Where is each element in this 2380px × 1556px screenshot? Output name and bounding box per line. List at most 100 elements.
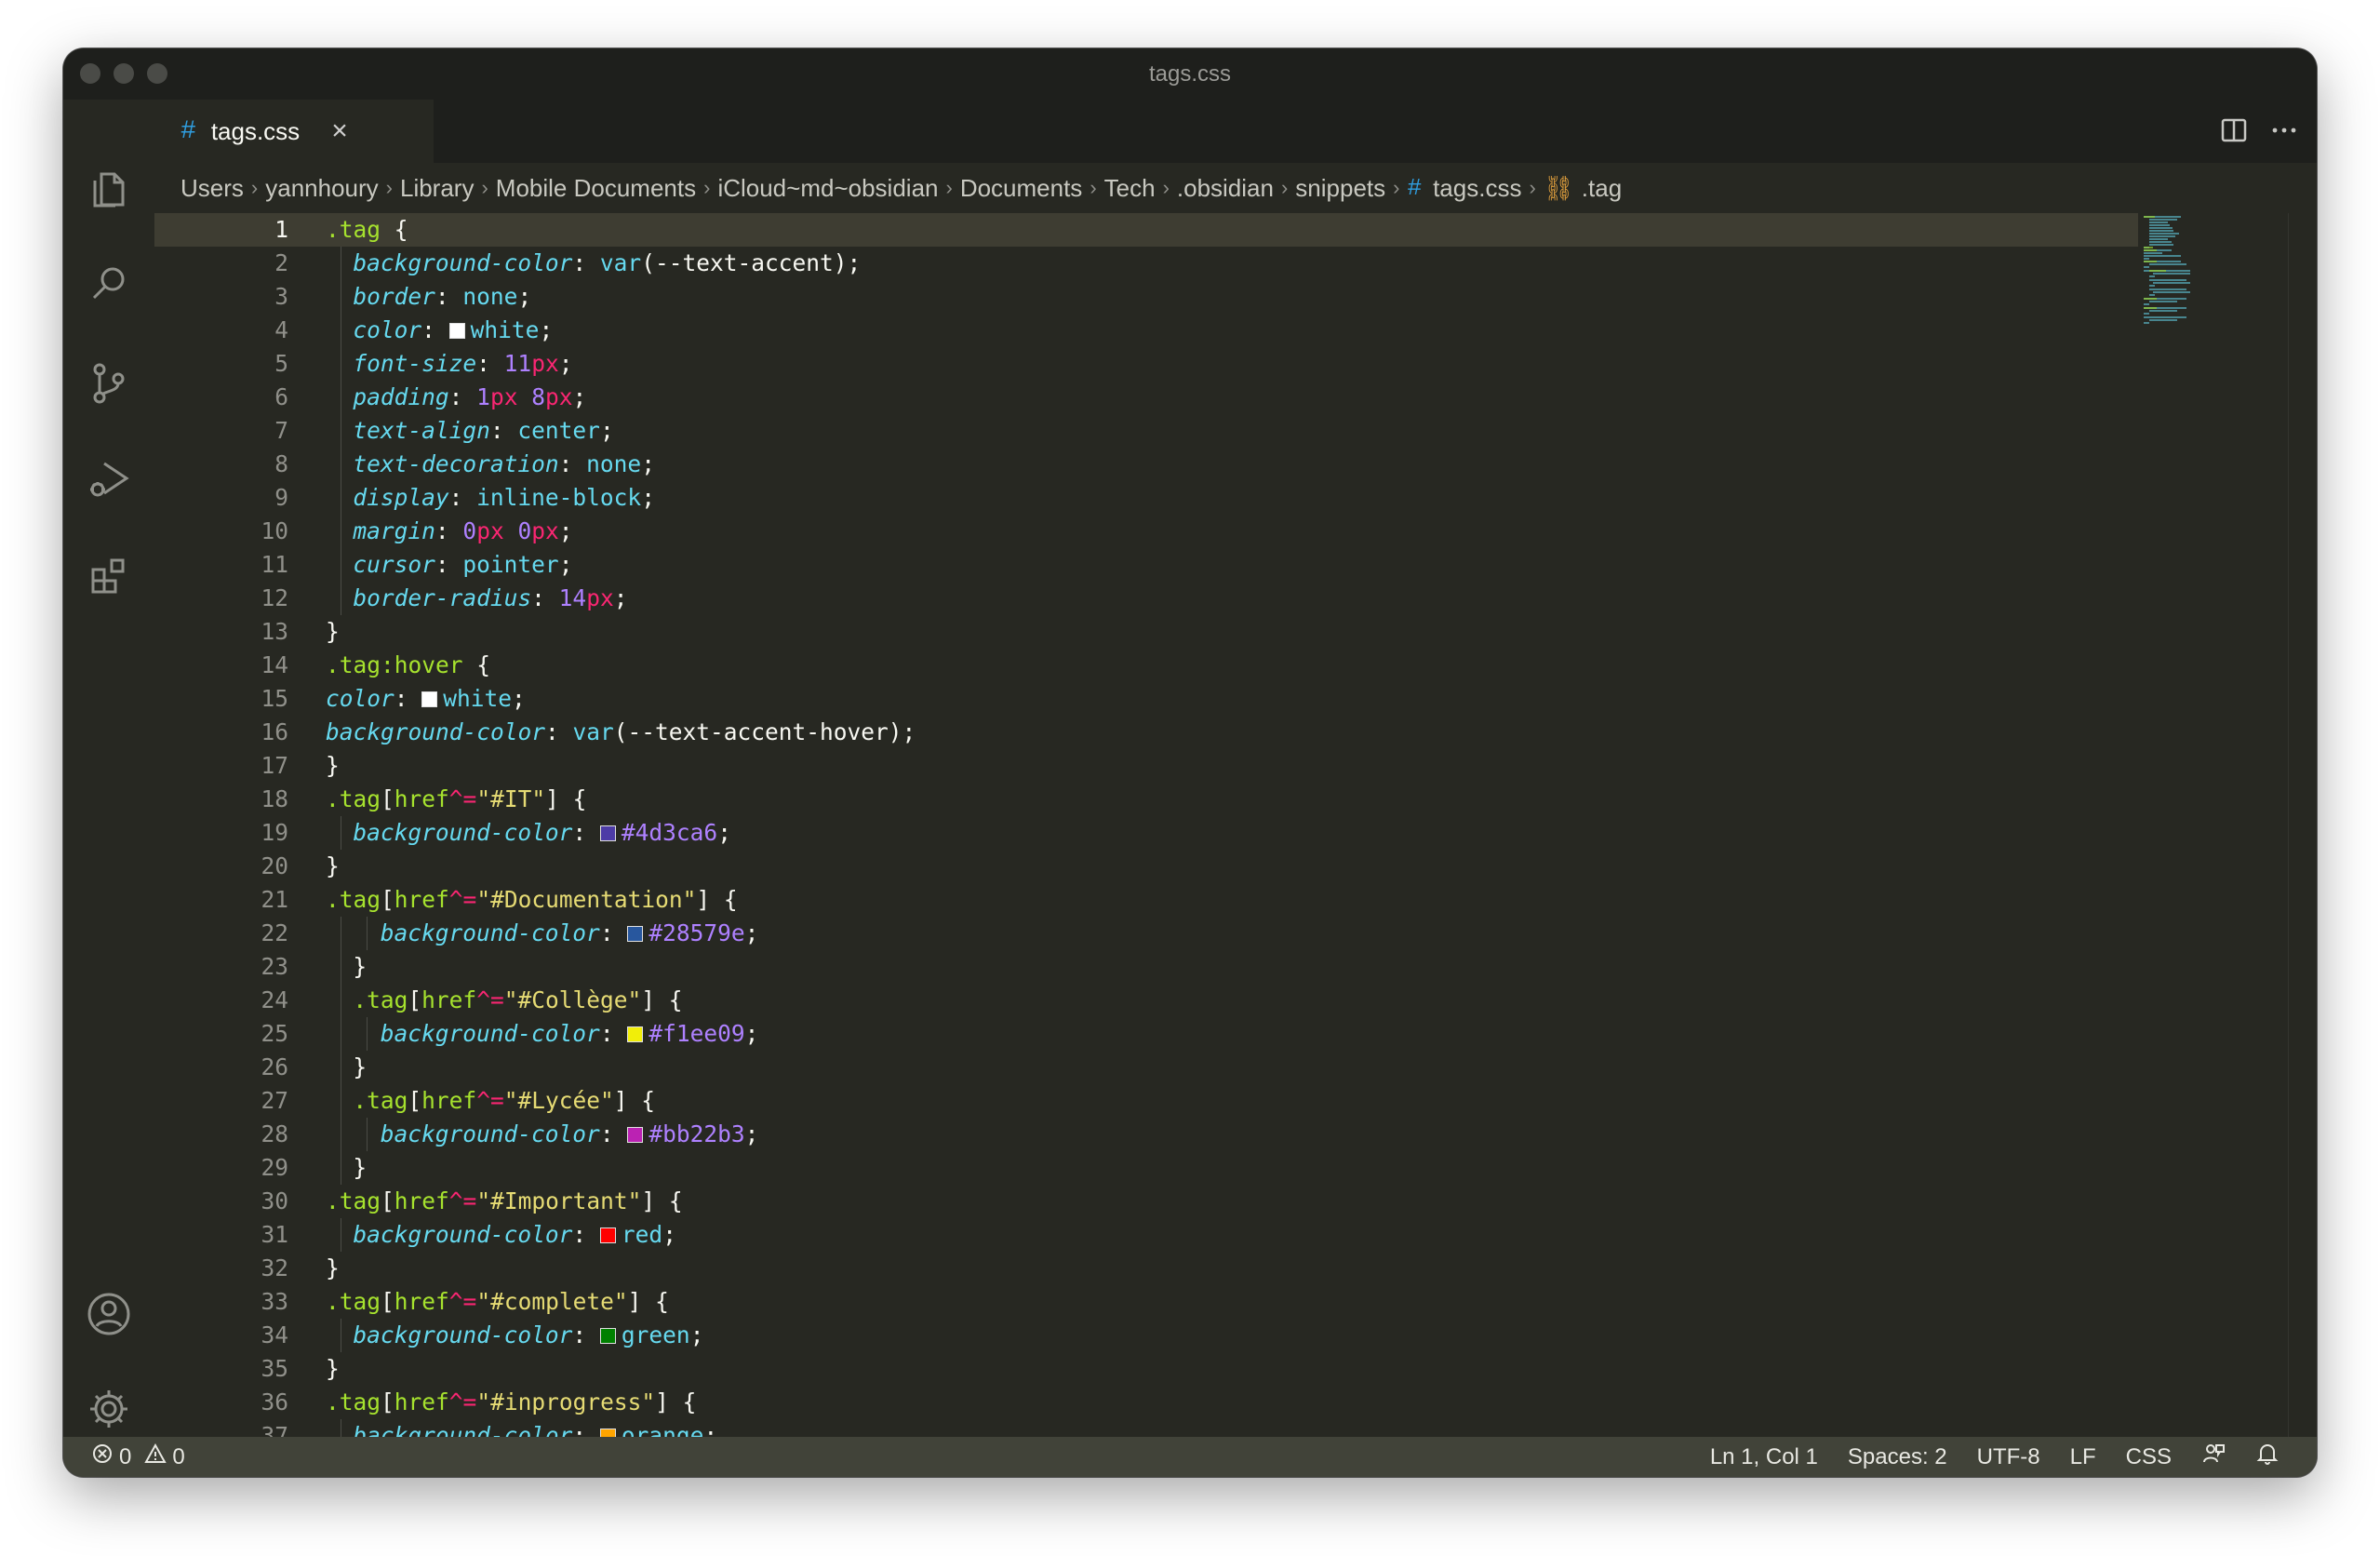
code-text: } bbox=[326, 852, 340, 879]
code-line[interactable]: 23} bbox=[154, 950, 2138, 984]
minimap[interactable] bbox=[2140, 213, 2270, 371]
code-line[interactable]: 32} bbox=[154, 1252, 2138, 1285]
code-line[interactable]: 9 display: inline-block; bbox=[154, 481, 2138, 515]
encoding[interactable]: UTF-8 bbox=[1977, 1444, 2040, 1470]
zoom-window-button[interactable] bbox=[147, 63, 167, 84]
code-text: border: none; bbox=[353, 283, 532, 310]
code-line[interactable]: 30 .tag[href^="#Important"] { bbox=[154, 1185, 2138, 1218]
css-file-icon: # bbox=[1407, 174, 1423, 202]
code-line[interactable]: 18 .tag[href^="#IT"] { bbox=[154, 783, 2138, 816]
line-number: 31 bbox=[261, 1221, 288, 1248]
breadcrumb-item[interactable]: .obsidian bbox=[1177, 174, 1274, 203]
code-line[interactable]: 11 cursor: pointer; bbox=[154, 548, 2138, 582]
code-line[interactable]: 27 .tag[href^="#Lycée"] { bbox=[154, 1084, 2138, 1118]
line-number: 6 bbox=[274, 383, 288, 410]
code-line[interactable]: 33 .tag[href^="#complete"] { bbox=[154, 1285, 2138, 1319]
code-line[interactable]: 36 .tag[href^="#inprogress"] { bbox=[154, 1386, 2138, 1419]
breadcrumb-item[interactable]: snippets bbox=[1295, 174, 1385, 203]
more-actions-icon[interactable] bbox=[2270, 116, 2298, 150]
code-line[interactable]: 8 text-decoration: none; bbox=[154, 448, 2138, 481]
line-number: 30 bbox=[261, 1187, 288, 1214]
vertical-scrollbar[interactable] bbox=[2288, 213, 2317, 1437]
color-swatch[interactable] bbox=[599, 825, 616, 841]
code-line[interactable]: 15 color: white; bbox=[154, 682, 2138, 716]
breadcrumb-item[interactable]: yannhoury bbox=[265, 174, 378, 203]
line-number: 11 bbox=[261, 551, 288, 578]
code-line[interactable]: 26} bbox=[154, 1051, 2138, 1084]
color-swatch[interactable] bbox=[627, 1127, 644, 1143]
line-number: 24 bbox=[261, 986, 288, 1013]
breadcrumb-symbol[interactable]: .tag bbox=[1582, 174, 1622, 203]
code-line[interactable]: 12 border-radius: 14px; bbox=[154, 582, 2138, 615]
code-text: background-color: var(--text-accent-hove… bbox=[326, 718, 916, 745]
code-line[interactable]: 35} bbox=[154, 1352, 2138, 1386]
extensions-icon[interactable] bbox=[86, 553, 132, 599]
tab-tags-css[interactable]: # tags.css × bbox=[154, 100, 434, 163]
code-line[interactable]: 20} bbox=[154, 850, 2138, 883]
source-control-icon[interactable] bbox=[86, 360, 132, 407]
code-line[interactable]: 3 border: none; bbox=[154, 280, 2138, 314]
breadcrumb-item[interactable]: Library bbox=[400, 174, 474, 203]
close-window-button[interactable] bbox=[80, 63, 100, 84]
code-line[interactable]: 16 background-color: var(--text-accent-ho… bbox=[154, 716, 2138, 749]
breadcrumb-item[interactable]: iCloud~md~obsidian bbox=[717, 174, 938, 203]
code-line[interactable]: 34 background-color: green; bbox=[154, 1319, 2138, 1352]
feedback-icon[interactable] bbox=[2201, 1442, 2226, 1472]
breadcrumb-item[interactable]: Users bbox=[181, 174, 244, 203]
line-number: 25 bbox=[261, 1020, 288, 1047]
code-line[interactable]: 17} bbox=[154, 749, 2138, 783]
files-icon[interactable] bbox=[86, 165, 132, 211]
code-line[interactable]: 19 background-color: #4d3ca6; bbox=[154, 816, 2138, 850]
code-line[interactable]: 6 padding: 1px 8px; bbox=[154, 381, 2138, 414]
chevron-right-icon: › bbox=[1162, 176, 1170, 199]
indentation[interactable]: Spaces: 2 bbox=[1848, 1444, 1947, 1470]
notifications-icon[interactable] bbox=[2255, 1442, 2280, 1472]
line-number: 13 bbox=[261, 618, 288, 645]
account-icon[interactable] bbox=[86, 1291, 132, 1337]
symbol-class-icon: ⛓ bbox=[1543, 173, 1574, 202]
color-swatch[interactable] bbox=[599, 1429, 616, 1437]
code-line[interactable]: 4 color: white; bbox=[154, 314, 2138, 347]
search-icon[interactable] bbox=[86, 261, 132, 307]
color-swatch[interactable] bbox=[599, 1227, 616, 1243]
cursor-position[interactable]: Ln 1, Col 1 bbox=[1710, 1444, 1818, 1470]
problems-indicator[interactable]: 0 0 bbox=[91, 1442, 185, 1471]
language-mode[interactable]: CSS bbox=[2126, 1444, 2172, 1470]
code-editor[interactable]: 1 .tag {2 background-color: var(--text-acc… bbox=[154, 213, 2138, 1437]
color-swatch[interactable] bbox=[421, 691, 438, 707]
line-number: 22 bbox=[261, 919, 288, 946]
breadcrumb-file[interactable]: tags.css bbox=[1433, 174, 1521, 203]
code-line[interactable]: 1 .tag { bbox=[154, 213, 2138, 247]
code-line[interactable]: 28 background-color: #bb22b3; bbox=[154, 1118, 2138, 1151]
code-line[interactable]: 7 text-align: center; bbox=[154, 414, 2138, 448]
code-line[interactable]: 10 margin: 0px 0px; bbox=[154, 515, 2138, 548]
color-swatch[interactable] bbox=[599, 1328, 616, 1344]
gear-icon[interactable] bbox=[86, 1386, 132, 1432]
breadcrumb-item[interactable]: Mobile Documents bbox=[496, 174, 696, 203]
chevron-right-icon: › bbox=[1090, 176, 1097, 199]
end-of-line[interactable]: LF bbox=[2070, 1444, 2096, 1470]
code-line[interactable]: 5 font-size: 11px; bbox=[154, 347, 2138, 381]
code-line[interactable]: 24 .tag[href^="#Collège"] { bbox=[154, 984, 2138, 1017]
color-swatch[interactable] bbox=[448, 323, 465, 339]
code-line[interactable]: 37 background-color: orange; bbox=[154, 1419, 2138, 1437]
code-line[interactable]: 21 .tag[href^="#Documentation"] { bbox=[154, 883, 2138, 917]
code-line[interactable]: 14 .tag:hover { bbox=[154, 649, 2138, 682]
split-editor-icon[interactable] bbox=[2220, 116, 2248, 150]
run-debug-icon[interactable] bbox=[86, 456, 132, 503]
color-swatch[interactable] bbox=[627, 926, 644, 942]
code-line[interactable]: 2 background-color: var(--text-accent); bbox=[154, 247, 2138, 280]
warning-icon bbox=[144, 1442, 167, 1471]
code-line[interactable]: 13} bbox=[154, 615, 2138, 649]
minimize-window-button[interactable] bbox=[114, 63, 134, 84]
code-line[interactable]: 25 background-color: #f1ee09; bbox=[154, 1017, 2138, 1051]
code-text: display: inline-block; bbox=[353, 484, 655, 511]
breadcrumb-item[interactable]: Tech bbox=[1104, 174, 1156, 203]
code-line[interactable]: 22 background-color: #28579e; bbox=[154, 917, 2138, 950]
code-line[interactable]: 29} bbox=[154, 1151, 2138, 1185]
line-number: 16 bbox=[261, 718, 288, 745]
breadcrumb-item[interactable]: Documents bbox=[960, 174, 1083, 203]
color-swatch[interactable] bbox=[627, 1026, 644, 1042]
code-line[interactable]: 31 background-color: red; bbox=[154, 1218, 2138, 1252]
close-tab-icon[interactable]: × bbox=[331, 115, 348, 147]
